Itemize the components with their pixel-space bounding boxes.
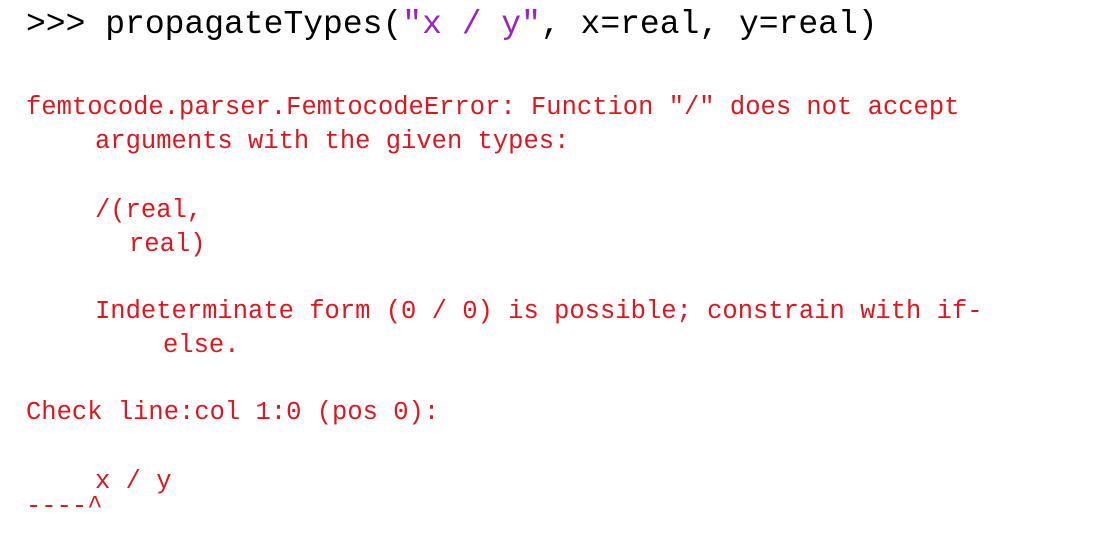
error-message-line-1: Indeterminate form (0 / 0) is possible; … [95,297,983,326]
prompt-marker: >>> [26,6,106,43]
source-expression-line: x / y [95,467,172,496]
expression-string: "x / y" [402,6,541,43]
input-prompt-line: >>> propagateTypes("x / y", x=real, y=re… [26,4,878,46]
call-arguments: , x=real, y=real) [540,6,878,43]
error-header-line: femtocode.parser.FemtocodeError: Functio… [26,93,960,122]
error-message-line-2: else. [163,331,240,360]
error-header-continuation: arguments with the given types: [95,127,570,156]
error-location-line: Check line:col 1:0 (pos 0): [26,398,440,427]
function-call: propagateTypes( [105,6,403,43]
signature-line-1: /(real, [95,196,203,225]
signature-line-2: real) [129,230,206,259]
caret-pointer-line: ----^ [26,492,103,521]
